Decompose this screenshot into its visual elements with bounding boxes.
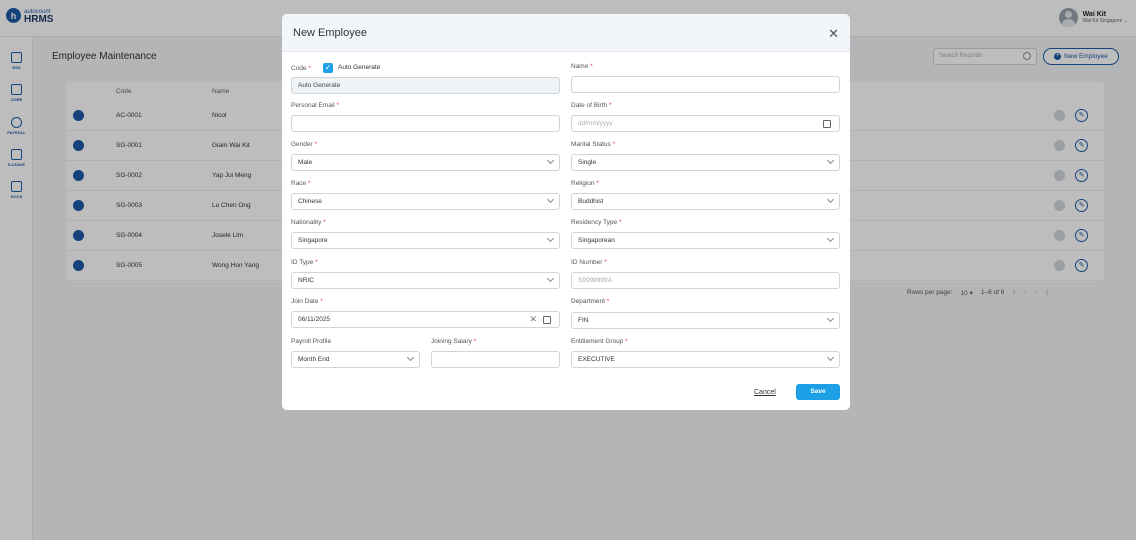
dialog-header: New Employee ✕: [282, 14, 850, 52]
nationality-select[interactable]: Singapore: [291, 232, 560, 249]
date-of-birth-label: Date of Birth *: [571, 102, 612, 109]
auto-generate-checkbox[interactable]: ✓: [323, 63, 333, 73]
payroll-profile-select[interactable]: Month End: [291, 351, 420, 368]
race-value: Chinese: [298, 198, 322, 205]
marital-status-label: Marital Status *: [571, 141, 616, 148]
join-date-value: 06/11/2025: [298, 316, 331, 323]
calendar-icon[interactable]: [823, 120, 831, 128]
entitlement-group-value: EXECUTIVE: [578, 356, 615, 363]
gender-value: Male: [298, 159, 313, 166]
id-type-label: ID Type *: [291, 259, 318, 266]
auto-generate-label: Auto Generate: [338, 64, 381, 71]
payroll-profile-value: Month End: [298, 356, 330, 363]
id-type-value: NRIC: [298, 277, 314, 284]
dialog-title: New Employee: [293, 27, 367, 39]
joining-salary-field[interactable]: [431, 351, 560, 368]
join-date-label: Join Date *: [291, 298, 323, 305]
residency-type-value: Singaporean: [578, 237, 615, 244]
chevron-down-icon: [546, 156, 555, 165]
entitlement-group-select[interactable]: EXECUTIVE: [571, 351, 840, 368]
gender-label: Gender *: [291, 141, 318, 148]
id-type-select[interactable]: NRIC: [291, 272, 560, 289]
residency-type-select[interactable]: Singaporean: [571, 232, 840, 249]
residency-type-label: Residency Type *: [571, 219, 622, 226]
personal-email-label: Personal Email *: [291, 102, 340, 109]
chevron-down-icon: [546, 274, 555, 283]
chevron-down-icon: [406, 353, 415, 362]
name-field[interactable]: [571, 76, 840, 93]
personal-email-field[interactable]: [291, 115, 560, 132]
chevron-down-icon: [826, 353, 835, 362]
date-of-birth-field[interactable]: dd/mm/yyyy: [571, 115, 840, 132]
chevron-down-icon: [826, 156, 835, 165]
date-of-birth-placeholder: dd/mm/yyyy: [578, 120, 613, 127]
chevron-down-icon: [546, 234, 555, 243]
marital-status-select[interactable]: Single: [571, 154, 840, 171]
chevron-down-icon: [546, 195, 555, 204]
religion-value: Buddhist: [578, 198, 604, 205]
nationality-label: Nationality *: [291, 219, 326, 226]
name-label: Name *: [571, 63, 593, 70]
cancel-button[interactable]: Cancel: [754, 389, 776, 396]
calendar-icon[interactable]: [543, 316, 551, 324]
id-number-label: ID Number *: [571, 259, 607, 266]
close-icon[interactable]: ✕: [828, 27, 839, 40]
gender-select[interactable]: Male: [291, 154, 560, 171]
save-button[interactable]: Save: [796, 384, 840, 400]
nationality-value: Singapore: [298, 237, 328, 244]
clear-icon[interactable]: ✕: [529, 312, 537, 327]
department-value: FIN: [578, 317, 589, 324]
marital-status-value: Single: [578, 159, 597, 166]
joining-salary-label: Joining Salary *: [431, 338, 477, 345]
department-select[interactable]: FIN: [571, 312, 840, 329]
id-number-field[interactable]: S9999999A: [571, 272, 840, 289]
religion-label: Religion *: [571, 180, 599, 187]
chevron-down-icon: [826, 314, 835, 323]
payroll-profile-label: Payroll Profile: [291, 338, 332, 345]
chevron-down-icon: [826, 195, 835, 204]
chevron-down-icon: [826, 234, 835, 243]
join-date-field[interactable]: 06/11/2025 ✕: [291, 311, 560, 328]
code-label: Code *: [291, 65, 311, 72]
code-field: Auto Generate: [291, 77, 560, 94]
new-employee-dialog: New Employee ✕ Code * ✓ Auto Generate Au…: [282, 14, 850, 410]
department-label: Department *: [571, 298, 610, 305]
religion-select[interactable]: Buddhist: [571, 193, 840, 210]
entitlement-group-label: Entitlement Group *: [571, 338, 628, 345]
race-select[interactable]: Chinese: [291, 193, 560, 210]
race-label: Race *: [291, 180, 311, 187]
